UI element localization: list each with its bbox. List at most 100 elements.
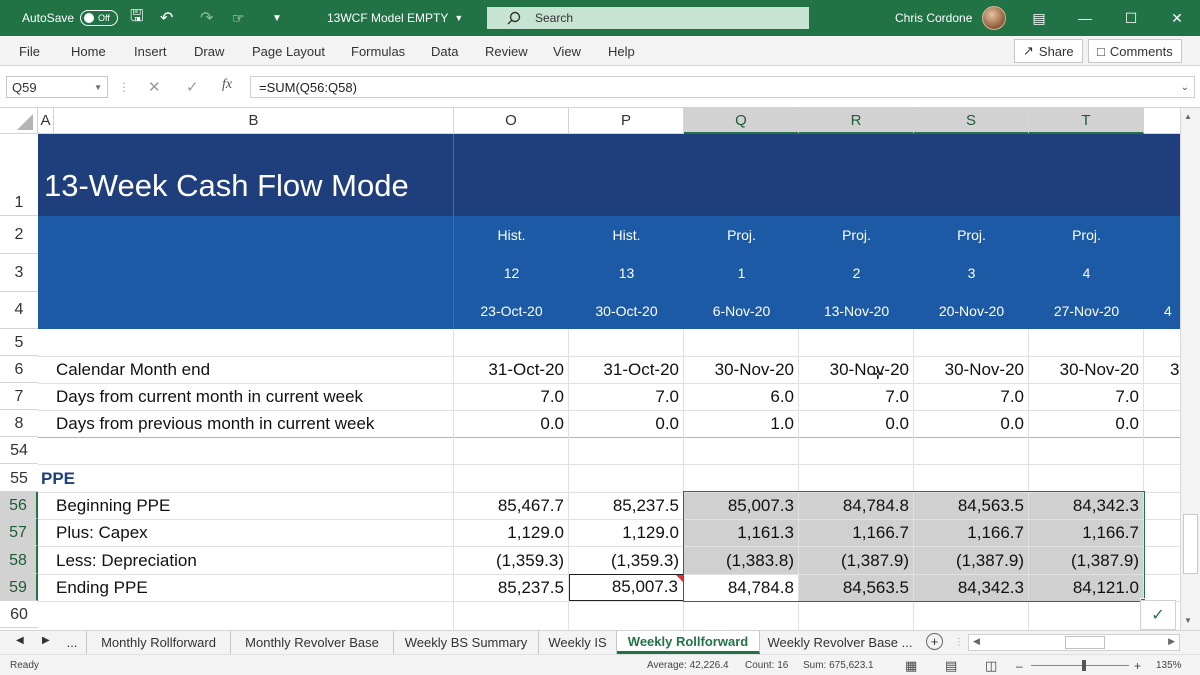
column-header-a[interactable]: A (38, 108, 54, 134)
zoom-level[interactable]: 135% (1156, 655, 1182, 675)
scroll-thumb[interactable] (1183, 514, 1198, 574)
tab-page-layout[interactable]: Page Layout (252, 36, 325, 66)
week-number-cell[interactable]: 3 (914, 254, 1029, 292)
user-account[interactable]: Chris Cordone (895, 0, 1007, 36)
ribbon-display-icon[interactable]: ▤ (1016, 0, 1062, 36)
row-label[interactable]: Days from previous month in current week (56, 410, 453, 437)
function-icon[interactable]: fx (222, 77, 232, 93)
overflow-cell[interactable]: 3 (1170, 356, 1180, 383)
column-header-s[interactable]: S (914, 108, 1029, 134)
tab-help[interactable]: Help (608, 36, 635, 66)
week-date-cell[interactable]: 6-Nov-20 (684, 292, 799, 329)
zoom-in-icon[interactable]: + (1134, 655, 1141, 675)
section-label[interactable]: PPE (41, 464, 141, 492)
row-label[interactable]: Beginning PPE (56, 492, 453, 519)
data-cell[interactable]: 7.0 (1029, 383, 1144, 410)
comment-indicator-icon[interactable] (676, 575, 683, 582)
row-header-5[interactable]: 5 (0, 329, 38, 356)
header-cell[interactable]: Proj. (1029, 216, 1144, 254)
data-cell[interactable]: 1.0 (684, 410, 799, 437)
week-number-cell[interactable]: 4 (1029, 254, 1144, 292)
header-cell[interactable]: Proj. (684, 216, 799, 254)
header-cell[interactable]: Proj. (799, 216, 914, 254)
week-number-cell[interactable]: 1 (684, 254, 799, 292)
status-count[interactable]: Count: 16 (745, 655, 788, 675)
data-cell[interactable]: 0.0 (1029, 410, 1144, 437)
column-header-r[interactable]: R (799, 108, 914, 134)
sheet-tab[interactable]: Monthly Rollforward (86, 631, 231, 654)
data-cell[interactable]: 85,007.3 (569, 574, 684, 601)
header-cell[interactable]: Hist. (454, 216, 569, 254)
tab-review[interactable]: Review (485, 36, 528, 66)
data-cell[interactable]: 30-Nov-20 (914, 356, 1029, 383)
row-label[interactable]: Days from current month in current week (56, 383, 453, 410)
normal-view-icon[interactable]: ▦ (905, 655, 917, 675)
week-date-cell[interactable]: 13-Nov-20 (799, 292, 914, 329)
data-cell[interactable]: 30-Nov-20 (799, 356, 914, 383)
status-average[interactable]: Average: 42,226.4 (647, 655, 729, 675)
week-date-cell[interactable]: 27-Nov-20 (1029, 292, 1144, 329)
search-box[interactable]: Search (487, 7, 809, 29)
sheet-tab[interactable]: Weekly IS (539, 631, 617, 654)
data-cell[interactable]: 7.0 (454, 383, 569, 410)
row-label[interactable]: Less: Depreciation (56, 546, 453, 574)
scroll-left-icon[interactable]: ◀ (973, 636, 980, 647)
maximize-icon[interactable]: ☐ (1108, 0, 1154, 36)
column-header-u[interactable] (1144, 108, 1180, 134)
header-cell[interactable]: Hist. (569, 216, 684, 254)
column-header-o[interactable]: O (454, 108, 569, 134)
status-sum[interactable]: Sum: 675,623.1 (803, 655, 874, 675)
row-header-54[interactable]: 54 (0, 437, 38, 464)
column-header-p[interactable]: P (569, 108, 684, 134)
vertical-scrollbar[interactable]: ▲ ▼ (1180, 108, 1200, 630)
avatar[interactable] (982, 6, 1007, 30)
undo-icon[interactable]: ↶ (160, 0, 173, 36)
data-cell[interactable]: 31-Oct-20 (454, 356, 569, 383)
save-icon[interactable]: 🖫 (130, 0, 144, 36)
tab-view[interactable]: View (553, 36, 581, 66)
comments-button[interactable]: □ Comments (1088, 39, 1182, 63)
scroll-down-icon[interactable]: ▼ (1184, 616, 1192, 625)
customize-toolbar-icon[interactable]: ▼ (272, 0, 282, 36)
week-date-cell[interactable]: 23-Oct-20 (454, 292, 569, 329)
week-number-cell[interactable]: 12 (454, 254, 569, 292)
tab-formulas[interactable]: Formulas (351, 36, 405, 66)
share-button[interactable]: ↗ Share (1014, 39, 1083, 63)
autosave[interactable]: AutoSave Off (22, 0, 119, 36)
name-box[interactable]: Q59 ▼ (6, 76, 108, 98)
row-header-8[interactable]: 8 (0, 410, 38, 437)
data-cell[interactable]: (1,359.3) (454, 546, 569, 574)
zoom-slider-thumb[interactable] (1082, 660, 1086, 671)
column-header-q[interactable]: Q (684, 108, 799, 134)
row-label[interactable]: Plus: Capex (56, 519, 453, 546)
data-cell[interactable]: 0.0 (799, 410, 914, 437)
data-cell[interactable]: 0.0 (454, 410, 569, 437)
spreadsheet-grid[interactable]: A B O P Q R S T 1 2 3 4 5 6 7 8 54 55 56… (0, 108, 1200, 630)
data-cell[interactable]: 85,237.5 (454, 574, 569, 601)
data-cell[interactable]: 30-Nov-20 (1029, 356, 1144, 383)
data-cell[interactable]: 0.0 (569, 410, 684, 437)
scroll-up-icon[interactable]: ▲ (1184, 112, 1192, 121)
overflow-cell[interactable]: 4 (1164, 292, 1180, 329)
expand-formula-icon[interactable]: ⌄ (1181, 82, 1189, 93)
row-header-2[interactable]: 2 (0, 216, 38, 254)
enter-icon[interactable]: ✓ (186, 78, 199, 96)
autosave-toggle[interactable]: Off (80, 10, 119, 26)
week-number-cell[interactable]: 2 (799, 254, 914, 292)
formula-input[interactable]: =SUM(Q56:Q58) ⌄ (250, 76, 1195, 98)
row-header-57[interactable]: 57 (0, 519, 38, 546)
data-cell[interactable]: 7.0 (914, 383, 1029, 410)
sheet-tab[interactable]: Weekly Revolver Base ... (760, 631, 920, 654)
sheet-tab[interactable]: Weekly BS Summary (394, 631, 539, 654)
data-cell[interactable]: 7.0 (569, 383, 684, 410)
row-label[interactable]: Ending PPE (56, 574, 453, 601)
quick-analysis-icon[interactable]: ✓ (1140, 600, 1176, 630)
row-header-4[interactable]: 4 (0, 292, 38, 329)
row-header-60[interactable]: 60 (0, 601, 38, 628)
tab-insert[interactable]: Insert (134, 36, 167, 66)
select-all-corner[interactable] (0, 108, 38, 134)
scroll-right-icon[interactable]: ▶ (1168, 636, 1175, 647)
data-cell[interactable]: 85,467.7 (454, 492, 569, 519)
horizontal-scrollbar[interactable]: ◀ ▶ (968, 634, 1180, 651)
data-cell[interactable]: 6.0 (684, 383, 799, 410)
